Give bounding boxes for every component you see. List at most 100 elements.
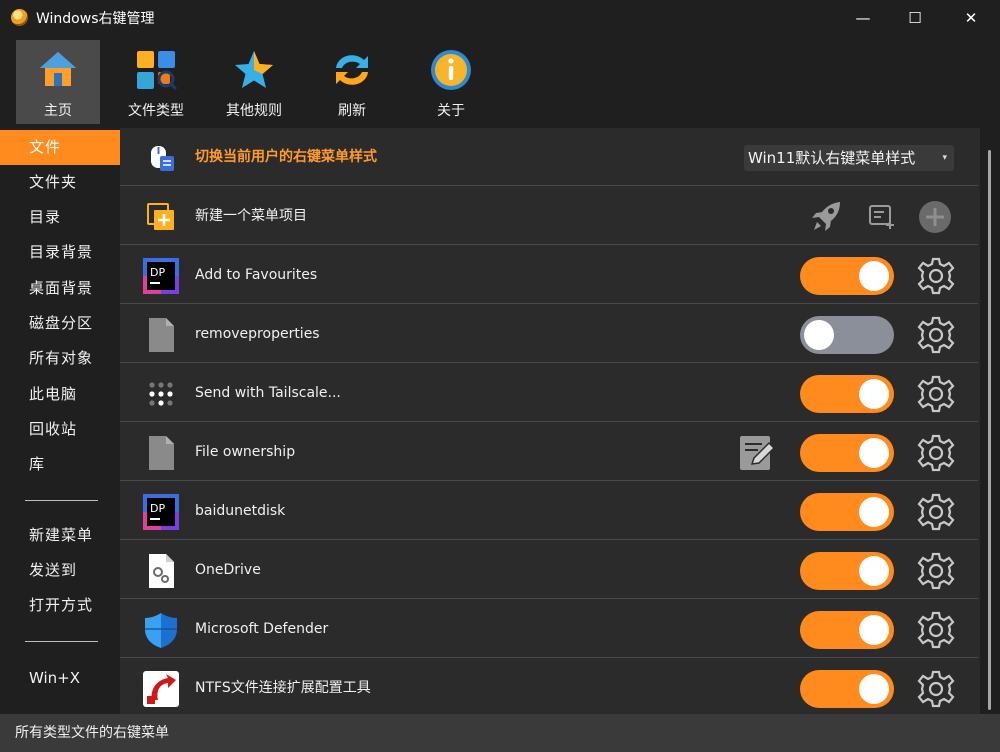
sidebar-item-open-with[interactable]: 打开方式 [0,588,120,623]
toggle-knob [859,674,889,704]
toggle-knob [859,556,889,586]
gear-icon[interactable] [916,669,956,709]
toolbar-home-button[interactable]: 主页 [16,40,100,124]
menu-entry-row: removeproperties [120,305,978,363]
main-toolbar: 主页 文件类型 其他规则 刷新 关于 [0,36,1000,128]
sidebar-divider [25,500,98,501]
sidebar-item-folder[interactable]: 文件夹 [0,165,120,200]
plus-circle-icon[interactable] [918,200,952,234]
menu-entry-row: Microsoft Defender [120,600,978,658]
dp-app-icon: DP [142,257,180,295]
enable-toggle[interactable] [800,257,894,295]
sidebar-item-library[interactable]: 库 [0,447,120,482]
enable-toggle[interactable] [800,316,894,354]
sidebar-item-this-pc[interactable]: 此电脑 [0,377,120,412]
menu-entry-label: Send with Tailscale... [195,385,341,401]
sidebar-item-file[interactable]: 文件 [0,130,120,165]
sidebar-item-winx[interactable]: Win+X [0,661,120,696]
svg-text:DP: DP [150,266,165,279]
toolbar-about-button[interactable]: 关于 [409,40,493,124]
menu-entry-label: baidunetdisk [195,503,286,519]
window-title: Windows右键管理 [36,11,155,27]
close-button[interactable]: ✕ [948,0,994,36]
file-icon [142,316,180,354]
scrollbar-thumb[interactable] [988,150,991,710]
title-bar: Windows右键管理 — ☐ ✕ [0,0,1000,36]
menu-entry-label: OneDrive [195,562,261,578]
info-icon [429,48,473,92]
enable-toggle[interactable] [800,434,894,472]
enable-toggle[interactable] [800,493,894,531]
sidebar-item-desktop-background[interactable]: 桌面背景 [0,271,120,306]
menu-entry-label: Add to Favourites [195,267,318,283]
toolbar-label: 刷新 [338,103,366,119]
gear-icon[interactable] [916,256,956,296]
chevron-down-icon: ▾ [942,153,947,163]
gear-icon[interactable] [916,315,956,355]
minimize-button[interactable]: — [840,0,886,36]
home-icon [36,48,80,92]
file-types-icon [134,48,178,92]
sidebar: 文件 文件夹 目录 目录背景 桌面背景 磁盘分区 所有对象 此电脑 回收站 库 … [0,128,120,714]
status-bar: 所有类型文件的右键菜单 [0,714,1000,752]
toggle-knob [859,497,889,527]
maximize-button[interactable]: ☐ [892,0,938,36]
app-logo-icon [11,9,28,26]
gear-icon[interactable] [916,374,956,414]
gear-icon[interactable] [916,610,956,650]
enable-toggle[interactable] [800,611,894,649]
toolbar-file-types-button[interactable]: 文件类型 [114,40,198,124]
toolbar-other-rules-button[interactable]: 其他规则 [212,40,296,124]
svg-text:DP: DP [150,502,165,515]
enable-toggle[interactable] [800,670,894,708]
toggle-knob [859,615,889,645]
gear-icon[interactable] [916,492,956,532]
edit-add-icon[interactable] [866,201,898,233]
new-item-icon [142,198,180,236]
menu-entry-row: File ownership [120,423,978,481]
gear-icon[interactable] [916,433,956,473]
sidebar-item-directory[interactable]: 目录 [0,200,120,235]
toggle-knob [804,320,834,350]
toolbar-refresh-button[interactable]: 刷新 [310,40,394,124]
file-settings-icon [142,552,180,590]
toolbar-label: 关于 [437,103,465,119]
dp-app-icon: DP [142,493,180,531]
context-menu-style-icon [142,139,180,177]
menu-style-row: 切换当前用户的右键菜单样式 Win11默认右键菜单样式 ▾ [120,128,978,186]
ntfs-link-icon [142,670,180,708]
menu-style-dropdown[interactable]: Win11默认右键菜单样式 ▾ [744,145,954,171]
file-icon [142,434,180,472]
new-menu-item-label: 新建一个菜单项目 [195,208,307,224]
menu-style-label: 切换当前用户的右键菜单样式 [195,149,377,165]
edit-note-icon[interactable] [738,434,776,472]
refresh-icon [330,48,374,92]
sidebar-item-all-objects[interactable]: 所有对象 [0,341,120,376]
menu-entry-row: OneDrive [120,541,978,599]
gear-icon[interactable] [916,551,956,591]
menu-entry-row: DP Add to Favourites [120,246,978,304]
star-icon [232,48,276,92]
toolbar-label: 其他规则 [226,103,282,119]
enable-toggle[interactable] [800,375,894,413]
sidebar-item-disk-partition[interactable]: 磁盘分区 [0,306,120,341]
toggle-knob [859,438,889,468]
menu-entry-row: Send with Tailscale... [120,364,978,422]
sidebar-item-new-menu[interactable]: 新建菜单 [0,518,120,553]
sidebar-item-send-to[interactable]: 发送到 [0,553,120,588]
context-menu-list: 切换当前用户的右键菜单样式 Win11默认右键菜单样式 ▾ 新建一个菜单项目 D… [120,128,980,714]
toggle-knob [859,379,889,409]
sidebar-item-recycle-bin[interactable]: 回收站 [0,412,120,447]
menu-style-dropdown-value: Win11默认右键菜单样式 [748,149,916,167]
enable-toggle[interactable] [800,552,894,590]
rocket-icon[interactable] [806,197,846,237]
vertical-scrollbar[interactable] [980,128,1000,714]
toggle-knob [859,261,889,291]
sidebar-item-directory-background[interactable]: 目录背景 [0,235,120,270]
menu-entry-label: Microsoft Defender [195,621,329,637]
menu-entry-label: removeproperties [195,326,320,342]
menu-entry-label: File ownership [195,444,296,460]
tailscale-dots-icon [142,375,180,413]
menu-entry-row: NTFS文件连接扩展配置工具 [120,659,978,714]
new-menu-item-row[interactable]: 新建一个菜单项目 [120,187,978,245]
